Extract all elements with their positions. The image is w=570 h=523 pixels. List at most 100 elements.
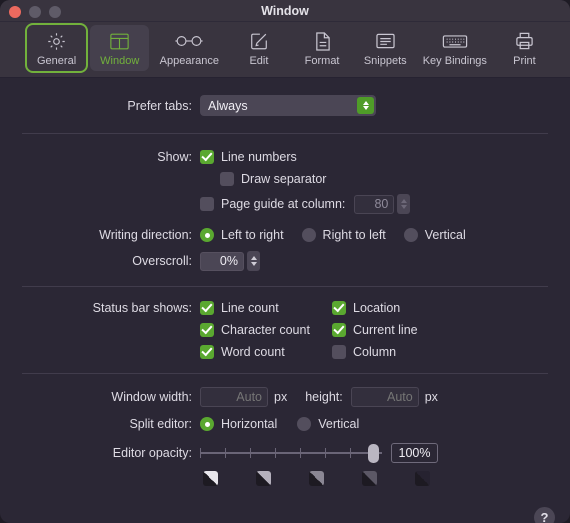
- glasses-icon: [175, 29, 203, 53]
- status-bar-row-3: Word count Column: [0, 345, 570, 359]
- separator-2: [22, 286, 548, 287]
- radio-right-to-left[interactable]: Right to left: [301, 228, 386, 242]
- opacity-swatch[interactable]: [256, 471, 271, 486]
- page-guide-row: Page guide at column: 80: [0, 194, 570, 214]
- checkbox-character-count-box[interactable]: [200, 323, 214, 337]
- editor-opacity-label: Editor opacity:: [112, 446, 192, 460]
- radio-right-to-left-dot[interactable]: [301, 228, 316, 242]
- radio-left-to-right-dot[interactable]: [200, 228, 214, 242]
- checkbox-current-line[interactable]: Current line: [332, 323, 418, 337]
- opacity-swatch[interactable]: [415, 471, 430, 486]
- tab-window[interactable]: Window: [90, 25, 150, 71]
- checkbox-draw-separator[interactable]: Draw separator: [220, 172, 326, 186]
- checkbox-line-numbers[interactable]: Line numbers: [200, 150, 297, 164]
- status-bar-row-2: Character count Current line: [0, 323, 570, 337]
- help-button[interactable]: ?: [534, 507, 555, 523]
- show-label: Show:: [157, 150, 192, 164]
- preferences-window: Window General Window Appearance Edit Fo…: [0, 0, 570, 523]
- checkbox-page-guide-box[interactable]: [200, 197, 214, 211]
- radio-vertical-label: Vertical: [424, 228, 466, 242]
- checkbox-character-count-label: Character count: [221, 323, 310, 337]
- separator-3: [22, 373, 548, 374]
- radio-vertical-dot[interactable]: [403, 228, 418, 242]
- status-bar-label: Status bar shows:: [92, 301, 192, 315]
- opacity-swatch[interactable]: [309, 471, 324, 486]
- tab-window-label: Window: [100, 55, 140, 67]
- opacity-swatches-row: [0, 471, 570, 486]
- tab-appearance[interactable]: Appearance: [153, 25, 225, 71]
- page-guide-column-stepper[interactable]: 80: [354, 194, 411, 214]
- checkbox-draw-separator-box[interactable]: [220, 172, 234, 186]
- checkbox-column[interactable]: Column: [332, 345, 396, 359]
- keyboard-icon: [442, 29, 468, 53]
- prefer-tabs-value: Always: [208, 98, 248, 113]
- checkbox-location-label: Location: [353, 301, 401, 315]
- window-title: Window: [261, 4, 309, 18]
- overscroll-row: Overscroll: 0%: [0, 251, 570, 271]
- checkbox-page-guide[interactable]: Page guide at column:: [200, 197, 345, 211]
- checkbox-line-numbers-label: Line numbers: [221, 150, 297, 164]
- separator-1: [22, 133, 548, 134]
- preferences-toolbar: General Window Appearance Edit Format Sn…: [0, 22, 570, 78]
- checkbox-location-box[interactable]: [332, 301, 346, 315]
- document-icon: [314, 29, 331, 53]
- editor-opacity-slider[interactable]: [200, 444, 382, 463]
- checkbox-line-count-label: Line count: [221, 301, 279, 315]
- window-height-input[interactable]: [350, 387, 419, 407]
- checkbox-word-count-box[interactable]: [200, 345, 214, 359]
- radio-split-horizontal-label: Horizontal: [221, 417, 278, 431]
- snippet-icon: [375, 29, 396, 53]
- opacity-swatch[interactable]: [203, 471, 218, 486]
- tab-edit[interactable]: Edit: [229, 25, 288, 71]
- radio-split-vertical[interactable]: Vertical: [297, 417, 359, 431]
- checkbox-character-count[interactable]: Character count: [200, 323, 332, 337]
- tab-appearance-label: Appearance: [159, 55, 219, 67]
- title-bar: Window: [0, 0, 570, 22]
- radio-split-vertical-dot[interactable]: [297, 417, 312, 431]
- window-width-input[interactable]: [200, 387, 268, 407]
- checkbox-current-line-box[interactable]: [332, 323, 346, 337]
- slider-thumb[interactable]: [368, 444, 379, 463]
- writing-direction-label: Writing direction:: [99, 228, 192, 242]
- opacity-swatches: [203, 471, 430, 486]
- overscroll-value[interactable]: 0%: [200, 251, 244, 271]
- checkbox-location[interactable]: Location: [332, 301, 400, 315]
- chevron-updown-icon[interactable]: [357, 97, 374, 114]
- radio-left-to-right-label: Left to right: [221, 228, 284, 242]
- tab-format[interactable]: Format: [293, 25, 352, 71]
- window-width-label: Window width:: [111, 390, 192, 404]
- tab-snippets-label: Snippets: [363, 55, 407, 67]
- tab-general[interactable]: General: [24, 23, 89, 73]
- checkbox-column-box[interactable]: [332, 345, 346, 359]
- window-height-label: height:: [305, 390, 343, 404]
- checkbox-line-count-box[interactable]: [200, 301, 214, 315]
- checkbox-word-count[interactable]: Word count: [200, 345, 332, 359]
- radio-split-horizontal-dot[interactable]: [200, 417, 214, 431]
- checkbox-line-count[interactable]: Line count: [200, 301, 332, 315]
- radio-right-to-left-label: Right to left: [322, 228, 386, 242]
- page-guide-column-stepper-buttons[interactable]: [397, 194, 411, 214]
- writing-direction-row: Writing direction: Left to right Right t…: [0, 228, 570, 242]
- tab-key-bindings[interactable]: Key Bindings: [419, 25, 491, 71]
- tab-format-label: Format: [304, 55, 340, 67]
- prefer-tabs-row: Prefer tabs: Always: [0, 95, 570, 116]
- overscroll-stepper-buttons[interactable]: [247, 251, 260, 271]
- opacity-swatch[interactable]: [362, 471, 377, 486]
- split-editor-row: Split editor: Horizontal Vertical: [0, 417, 570, 431]
- slider-track: [200, 452, 382, 454]
- editor-opacity-value[interactable]: 100%: [391, 443, 438, 463]
- tab-general-label: General: [37, 55, 77, 67]
- tab-print[interactable]: Print: [495, 25, 554, 71]
- prefer-tabs-dropdown[interactable]: Always: [200, 95, 376, 116]
- checkbox-line-numbers-box[interactable]: [200, 150, 214, 164]
- tab-key-bindings-label: Key Bindings: [422, 55, 487, 67]
- overscroll-label: Overscroll:: [132, 254, 192, 268]
- tab-snippets[interactable]: Snippets: [356, 25, 415, 71]
- radio-vertical[interactable]: Vertical: [403, 228, 466, 242]
- overscroll-stepper[interactable]: 0%: [200, 251, 260, 271]
- radio-split-horizontal[interactable]: Horizontal: [200, 417, 277, 431]
- radio-left-to-right[interactable]: Left to right: [200, 228, 284, 242]
- window-height-unit: px: [424, 390, 438, 404]
- page-guide-column-value[interactable]: 80: [354, 194, 395, 214]
- window-icon: [109, 29, 130, 53]
